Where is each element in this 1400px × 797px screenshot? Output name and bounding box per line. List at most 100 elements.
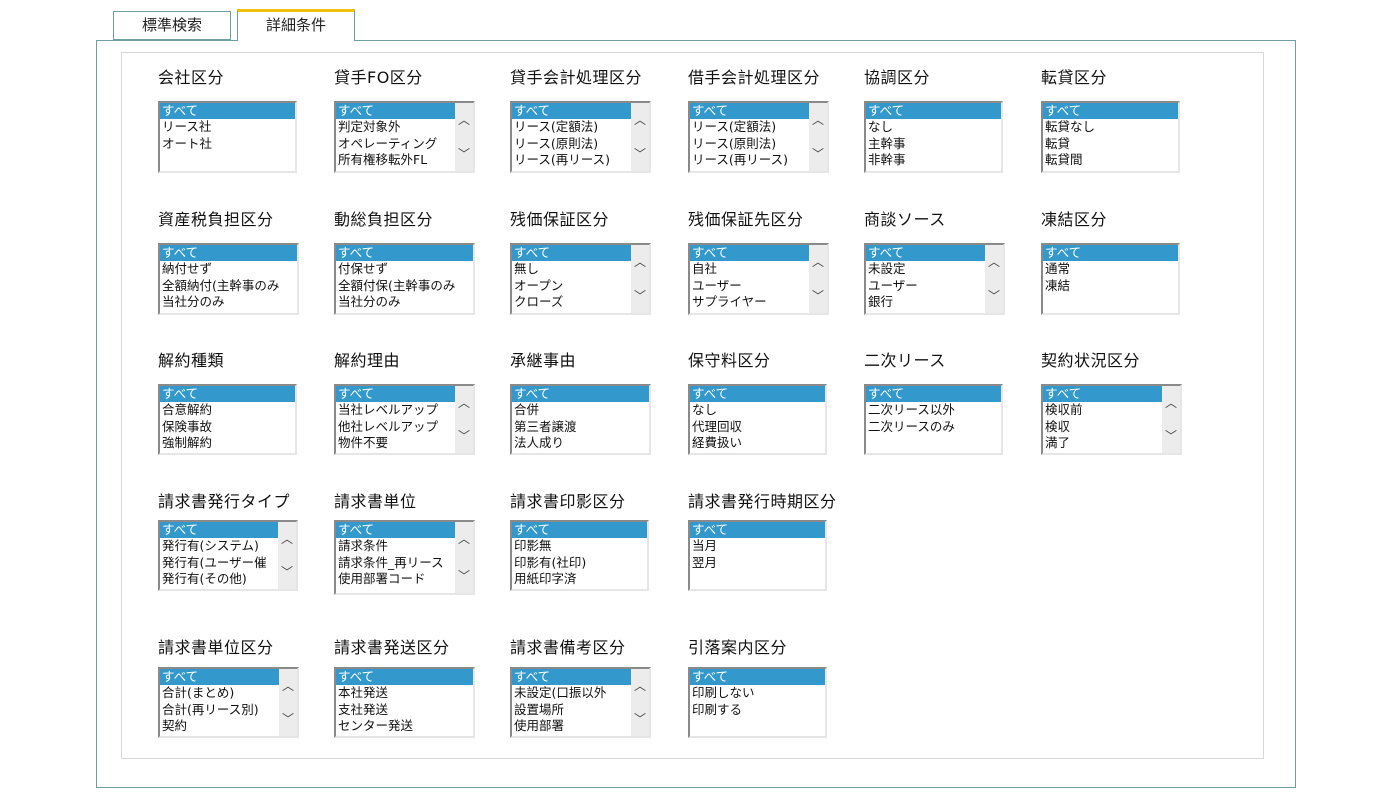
listbox-option[interactable]: 発行有(システム) — [160, 538, 278, 554]
listbox-option[interactable]: すべて — [160, 103, 295, 120]
listbox-option[interactable]: クローズ — [512, 294, 631, 310]
listbox-option[interactable]: 保険事故 — [160, 419, 295, 435]
listbox-option[interactable]: 物件不要 — [336, 435, 455, 451]
chevron-down-icon[interactable]: ﹀ — [631, 710, 649, 728]
listbox-option[interactable]: 発行有(ユーザー催 — [160, 555, 278, 571]
listbox-option[interactable]: 翌月 — [690, 555, 825, 571]
listbox-option[interactable]: 使用部署 — [512, 718, 631, 734]
listbox-scrollbar[interactable]: ︿ ﹀ — [1162, 386, 1180, 453]
chevron-down-icon[interactable]: ﹀ — [455, 145, 473, 163]
listbox-option[interactable]: すべて — [512, 669, 631, 686]
listbox-option[interactable]: すべて — [336, 103, 455, 120]
listbox-option[interactable]: なし — [866, 119, 1001, 135]
listbox-option[interactable]: センター発送 — [336, 718, 473, 734]
filter-9-listbox[interactable]: すべて 自社 ユーザー サプライヤー ︿ ﹀ — [688, 243, 829, 315]
listbox-option[interactable]: 全額納付(主幹事のみ — [160, 278, 297, 294]
listbox-option[interactable]: 合計(再リース別) — [160, 702, 279, 718]
listbox-option[interactable]: すべて — [866, 386, 1001, 403]
listbox-option[interactable]: 代理回収 — [690, 419, 825, 435]
filter-14-listbox[interactable]: すべて 合併 第三者譲渡 法人成り — [510, 384, 651, 455]
listbox-option[interactable]: 非幹事 — [866, 152, 1001, 168]
listbox-option[interactable]: 設置場所 — [512, 702, 631, 718]
filter-13-listbox[interactable]: すべて 当社レベルアップ 他社レベルアップ 物件不要 ︿ ﹀ — [334, 384, 475, 455]
listbox-option[interactable]: リース(再リース) — [690, 152, 809, 168]
listbox-option[interactable]: 全額付保(主幹事のみ — [336, 278, 473, 294]
listbox-option[interactable]: 満了 — [1043, 435, 1162, 451]
chevron-up-icon[interactable]: ︿ — [278, 530, 296, 548]
listbox-scrollbar[interactable]: ︿ ﹀ — [455, 103, 473, 171]
filter-25-listbox[interactable]: すべて 印刷しない 印刷する — [688, 667, 827, 738]
filter-10-listbox[interactable]: すべて 未設定 ユーザー 銀行 ︿ ﹀ — [864, 243, 1005, 315]
filter-11-listbox[interactable]: すべて 通常 凍結 — [1041, 243, 1180, 315]
listbox-option[interactable]: なし — [690, 402, 825, 418]
chevron-down-icon[interactable]: ﹀ — [631, 287, 649, 305]
listbox-option[interactable]: 納付せず — [160, 261, 297, 277]
filter-2-listbox[interactable]: すべて リース(定額法) リース(原則法) リース(再リース) ︿ ﹀ — [510, 101, 651, 173]
chevron-up-icon[interactable]: ︿ — [631, 111, 649, 129]
listbox-option[interactable]: すべて — [336, 386, 455, 403]
listbox-option[interactable]: 当社レベルアップ — [336, 402, 455, 418]
filter-8-listbox[interactable]: すべて 無し オープン クローズ ︿ ﹀ — [510, 243, 651, 315]
listbox-option[interactable]: 無し — [512, 261, 631, 277]
listbox-scrollbar[interactable]: ︿ ﹀ — [455, 386, 473, 453]
listbox-scrollbar[interactable]: ︿ ﹀ — [985, 245, 1003, 313]
listbox-option[interactable]: すべて — [690, 669, 825, 686]
listbox-option[interactable]: すべて — [690, 386, 825, 403]
listbox-option[interactable]: すべて — [866, 103, 1001, 120]
chevron-up-icon[interactable]: ︿ — [455, 530, 473, 548]
listbox-option[interactable]: 未設定(口振以外 — [512, 685, 631, 701]
chevron-down-icon[interactable]: ﹀ — [455, 567, 473, 585]
filter-12-listbox[interactable]: すべて 合意解約 保険事故 強制解約 — [158, 384, 297, 455]
listbox-option[interactable]: 所有権移転外FL — [336, 152, 455, 168]
listbox-option[interactable]: すべて — [512, 522, 647, 539]
listbox-option[interactable]: すべて — [1043, 103, 1178, 120]
listbox-option[interactable]: 使用部署コード — [336, 571, 455, 587]
listbox-option[interactable]: すべて — [512, 103, 631, 120]
listbox-option[interactable]: すべて — [1043, 245, 1178, 262]
listbox-option[interactable]: 経費扱い — [690, 435, 825, 451]
listbox-option[interactable]: 請求条件_再リース — [336, 555, 455, 571]
listbox-option[interactable]: 二次リースのみ — [866, 419, 1001, 435]
listbox-option[interactable]: すべて — [336, 669, 473, 686]
listbox-option[interactable]: 用紙印字済 — [512, 571, 647, 587]
listbox-option[interactable]: 契約 — [160, 718, 279, 734]
listbox-option[interactable]: すべて — [512, 386, 649, 403]
chevron-down-icon[interactable]: ﹀ — [985, 287, 1003, 305]
chevron-down-icon[interactable]: ﹀ — [1162, 427, 1180, 445]
filter-18-listbox[interactable]: すべて 発行有(システム) 発行有(ユーザー催 発行有(その他) ︿ ﹀ — [158, 520, 298, 591]
listbox-option[interactable]: リース(定額法) — [512, 119, 631, 135]
filter-20-listbox[interactable]: すべて 印影無 印影有(社印) 用紙印字済 — [510, 520, 649, 591]
chevron-up-icon[interactable]: ︿ — [455, 111, 473, 129]
listbox-option[interactable]: ユーザー — [690, 278, 809, 294]
filter-21-listbox[interactable]: すべて 当月 翌月 — [688, 520, 827, 591]
chevron-down-icon[interactable]: ﹀ — [278, 563, 296, 581]
listbox-option[interactable]: 銀行 — [866, 294, 985, 310]
filter-16-listbox[interactable]: すべて 二次リース以外 二次リースのみ — [864, 384, 1003, 455]
filter-5-listbox[interactable]: すべて 転貸なし 転貸 転貸間 — [1041, 101, 1180, 173]
listbox-option[interactable]: すべて — [866, 245, 985, 262]
chevron-up-icon[interactable]: ︿ — [809, 111, 827, 129]
filter-24-listbox[interactable]: すべて 未設定(口振以外 設置場所 使用部署 ︿ ﹀ — [510, 667, 651, 738]
listbox-option[interactable]: すべて — [690, 103, 809, 120]
listbox-option[interactable]: 支社発送 — [336, 702, 473, 718]
listbox-option[interactable]: すべて — [1043, 386, 1162, 403]
tab-standard-search[interactable]: 標準検索 — [113, 11, 231, 40]
listbox-option[interactable]: 検収 — [1043, 419, 1162, 435]
listbox-option[interactable]: 請求条件 — [336, 538, 455, 554]
chevron-down-icon[interactable]: ﹀ — [455, 427, 473, 445]
chevron-down-icon[interactable]: ﹀ — [279, 710, 297, 728]
listbox-option[interactable]: 凍結 — [1043, 278, 1178, 294]
listbox-option[interactable]: すべて — [690, 245, 809, 262]
listbox-option[interactable]: 合併 — [512, 402, 649, 418]
listbox-option[interactable]: すべて — [690, 522, 825, 539]
listbox-option[interactable]: 付保せず — [336, 261, 473, 277]
filter-22-listbox[interactable]: すべて 合計(まとめ) 合計(再リース別) 契約 ︿ ﹀ — [158, 667, 299, 738]
filter-4-listbox[interactable]: すべて なし 主幹事 非幹事 — [864, 101, 1003, 173]
filter-17-listbox[interactable]: すべて 検収前 検収 満了 ︿ ﹀ — [1041, 384, 1182, 455]
listbox-option[interactable]: 本社発送 — [336, 685, 473, 701]
chevron-up-icon[interactable]: ︿ — [631, 253, 649, 271]
listbox-scrollbar[interactable]: ︿ ﹀ — [631, 669, 649, 736]
listbox-option[interactable]: すべて — [160, 522, 278, 539]
chevron-up-icon[interactable]: ︿ — [985, 253, 1003, 271]
chevron-up-icon[interactable]: ︿ — [279, 677, 297, 695]
